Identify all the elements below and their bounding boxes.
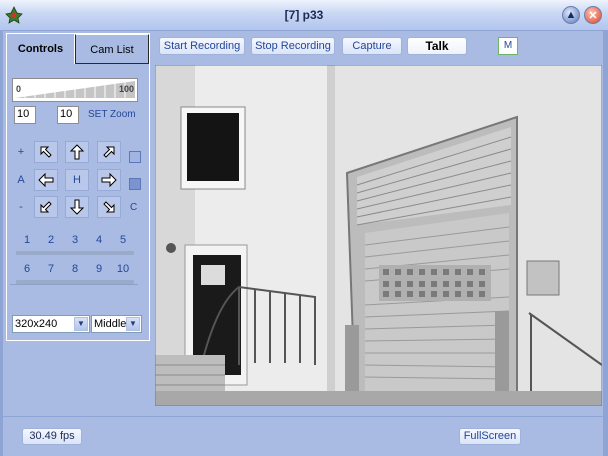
preset-8[interactable]: 8 [64, 259, 86, 279]
zoom-value-input-b[interactable]: 10 [57, 106, 79, 124]
quality-value: Middle [94, 318, 127, 330]
close-icon: ✕ [588, 9, 598, 22]
minimize-button[interactable]: ▲ [562, 6, 580, 24]
m-button[interactable]: M [498, 37, 518, 55]
zoom-out-button[interactable]: - [14, 201, 28, 213]
stop-recording-button[interactable]: Stop Recording [251, 37, 335, 55]
auto-button[interactable]: A [14, 174, 28, 186]
window-frame-right [603, 30, 608, 456]
title-bar[interactable]: [7] p33 ▲ ✕ [0, 0, 608, 31]
zoom-value-input-a[interactable]: 10 [14, 106, 36, 124]
tab-underline [75, 63, 149, 64]
pan-right-button[interactable] [97, 169, 121, 191]
preset-1[interactable]: 1 [16, 230, 38, 250]
quality-select[interactable]: Middle ▼ [91, 315, 142, 333]
zoom-min-label: 0 [16, 84, 22, 94]
tab-controls[interactable]: Controls [7, 34, 75, 64]
camera-frame-image [155, 65, 602, 406]
preset-5[interactable]: 5 [112, 230, 134, 250]
resolution-select[interactable]: 320x240 ▼ [12, 315, 90, 333]
c-button[interactable]: C [130, 202, 137, 213]
preset-row1-bar [16, 251, 134, 255]
pan-up-right-button[interactable] [97, 141, 121, 163]
arrow-down-icon [69, 199, 85, 215]
zoom-wedge [15, 81, 135, 99]
pan-up-button[interactable] [65, 141, 89, 163]
fps-indicator: 30.49 fps [22, 428, 82, 445]
arrow-right-icon [101, 172, 117, 188]
zoom-slider[interactable]: 0 100 [12, 78, 138, 102]
preset-2[interactable]: 2 [40, 230, 62, 250]
pan-up-left-button[interactable] [34, 141, 58, 163]
option-toggle-2[interactable] [129, 178, 141, 190]
chevron-up-icon: ▲ [565, 9, 577, 21]
home-button[interactable]: H [65, 169, 89, 191]
resolution-value: 320x240 [15, 318, 58, 330]
zoom-max-label: 100 [118, 84, 134, 94]
preset-9[interactable]: 9 [88, 259, 110, 279]
window-frame-left [0, 30, 3, 456]
arrow-up-icon [69, 144, 85, 160]
pan-down-button[interactable] [65, 196, 89, 218]
preset-10[interactable]: 10 [112, 259, 134, 279]
preset-3[interactable]: 3 [64, 230, 86, 250]
arrow-up-right-icon [103, 146, 115, 158]
start-recording-button[interactable]: Start Recording [159, 37, 245, 55]
chevron-down-icon: ▼ [126, 317, 140, 331]
capture-button[interactable]: Capture [342, 37, 402, 55]
home-label: H [73, 174, 81, 186]
camera-video-view[interactable] [155, 65, 602, 406]
pan-left-button[interactable] [34, 169, 58, 191]
preset-7[interactable]: 7 [40, 259, 62, 279]
close-button[interactable]: ✕ [584, 6, 602, 24]
fullscreen-button[interactable]: FullScreen [459, 428, 521, 445]
pan-down-left-button[interactable] [34, 196, 58, 218]
arrow-down-right-icon [103, 201, 115, 213]
arrow-up-left-icon [40, 146, 52, 158]
talk-button[interactable]: Talk [407, 37, 467, 55]
tab-cam-list[interactable]: Cam List [75, 34, 149, 64]
status-divider [3, 416, 603, 417]
set-zoom-button[interactable]: SET Zoom [88, 109, 136, 120]
zoom-in-button[interactable]: + [14, 146, 28, 158]
arrow-down-left-icon [40, 201, 52, 213]
chevron-down-icon: ▼ [74, 317, 88, 331]
preset-6[interactable]: 6 [16, 259, 38, 279]
preset-4[interactable]: 4 [88, 230, 110, 250]
pan-down-right-button[interactable] [97, 196, 121, 218]
window-title: [7] p33 [284, 8, 324, 22]
panel-divider [10, 284, 138, 285]
arrow-left-icon [38, 172, 54, 188]
option-toggle-1[interactable] [129, 151, 141, 163]
